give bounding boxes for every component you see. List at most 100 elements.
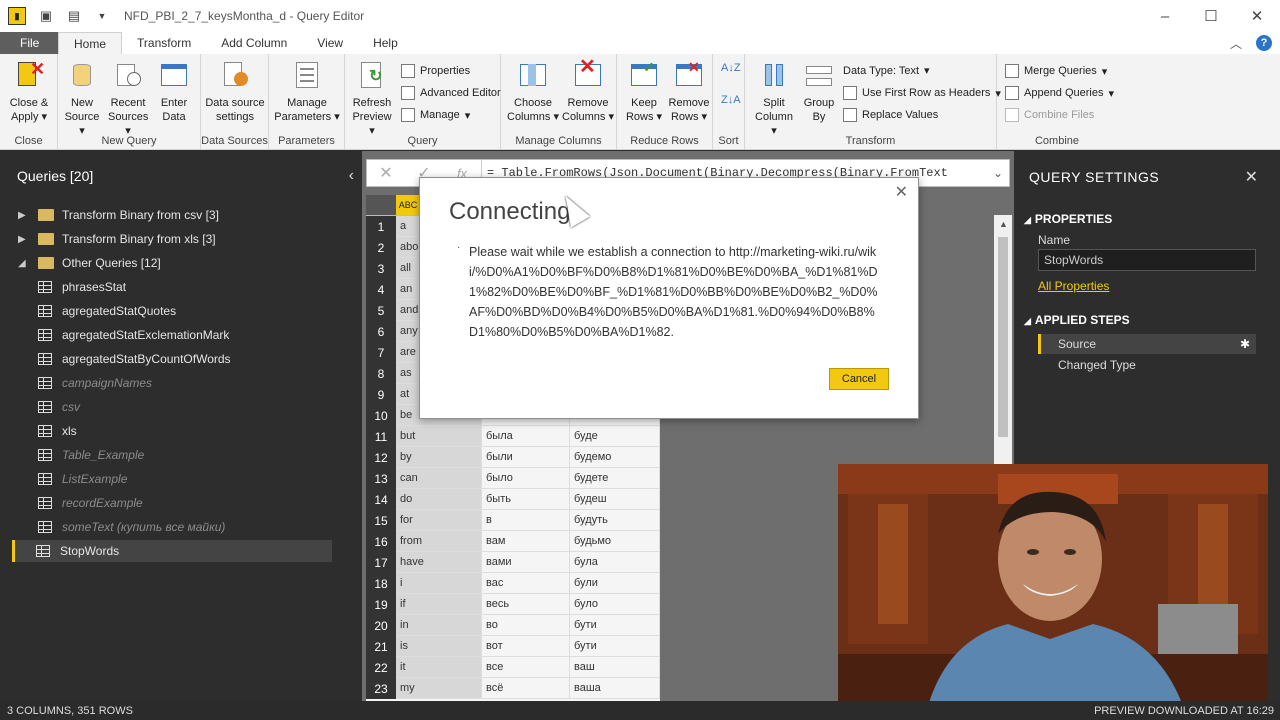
table-cell[interactable]: do xyxy=(396,489,482,510)
collapse-arrow-icon[interactable]: ◢ xyxy=(18,258,32,269)
table-cell[interactable]: вас xyxy=(482,573,570,594)
recent-sources-button[interactable]: Recent Sources ▾ xyxy=(108,60,148,138)
table-cell[interactable]: my xyxy=(396,678,482,699)
query-item[interactable]: csv xyxy=(38,396,358,418)
close-button[interactable]: ✕ xyxy=(1234,0,1280,32)
group-by-button[interactable]: Group By xyxy=(799,60,839,124)
data-source-settings-button[interactable]: Data source settings xyxy=(205,60,265,124)
query-item[interactable]: agregatedStatByCountOfWords xyxy=(38,348,358,370)
maximize-button[interactable]: ☐ xyxy=(1188,0,1234,32)
expand-arrow-icon[interactable]: ▶ xyxy=(18,210,32,221)
query-item[interactable]: Table_Example xyxy=(38,444,358,466)
tab-view[interactable]: View xyxy=(302,32,358,54)
row-number[interactable]: 1 xyxy=(366,216,396,237)
table-cell[interactable]: in xyxy=(396,615,482,636)
table-cell[interactable]: by xyxy=(396,447,482,468)
table-cell[interactable]: в xyxy=(482,510,570,531)
row-number[interactable]: 16 xyxy=(366,531,396,552)
collapse-ribbon-icon[interactable]: ︿ xyxy=(1230,35,1242,52)
row-number[interactable]: 3 xyxy=(366,258,396,279)
table-cell[interactable]: have xyxy=(396,552,482,573)
query-item[interactable]: recordExample xyxy=(38,492,358,514)
table-cell[interactable]: вами xyxy=(482,552,570,573)
table-cell[interactable]: быть xyxy=(482,489,570,510)
tab-add-column[interactable]: Add Column xyxy=(206,32,302,54)
query-item[interactable]: StopWords xyxy=(12,540,332,562)
save-icon[interactable]: ▣ xyxy=(38,8,54,24)
tab-transform[interactable]: Transform xyxy=(122,32,206,54)
table-cell[interactable]: весь xyxy=(482,594,570,615)
choose-columns-button[interactable]: Choose Columns ▾ xyxy=(507,60,559,124)
row-number[interactable]: 15 xyxy=(366,510,396,531)
table-cell[interactable]: будеш xyxy=(570,489,660,510)
row-number[interactable]: 5 xyxy=(366,300,396,321)
remove-columns-button[interactable]: ✕ Remove Columns ▾ xyxy=(561,57,615,124)
table-cell[interactable]: for xyxy=(396,510,482,531)
table-cell[interactable]: it xyxy=(396,657,482,678)
table-cell[interactable]: can xyxy=(396,468,482,489)
quick-access-dropdown-icon[interactable]: ▼ xyxy=(94,8,110,24)
row-number[interactable]: 2 xyxy=(366,237,396,258)
query-item[interactable]: agregatedStatQuotes xyxy=(38,300,358,322)
all-properties-link[interactable]: All Properties xyxy=(1038,279,1109,293)
manage-button[interactable]: Manage ▾ xyxy=(401,108,470,122)
use-first-row-button[interactable]: Use First Row as Headers ▾ xyxy=(843,86,1001,100)
query-item[interactable]: agregatedStatExclemationMark xyxy=(38,324,358,346)
remove-rows-button[interactable]: ✕ Remove Rows ▾ xyxy=(667,60,711,124)
query-item[interactable]: phrasesStat xyxy=(38,276,358,298)
row-number[interactable]: 20 xyxy=(366,615,396,636)
row-number[interactable]: 19 xyxy=(366,594,396,615)
table-cell[interactable]: була xyxy=(570,552,660,573)
formula-cancel-icon[interactable]: ✕ xyxy=(367,163,405,183)
manage-parameters-button[interactable]: Manage Parameters ▾ xyxy=(273,60,341,124)
replace-values-button[interactable]: Replace Values xyxy=(843,108,938,122)
step-source[interactable]: Source ✱ xyxy=(1038,334,1256,354)
row-number[interactable]: 21 xyxy=(366,636,396,657)
sort-descending-icon[interactable]: Z↓A xyxy=(721,94,741,106)
table-cell[interactable]: if xyxy=(396,594,482,615)
table-menu-icon[interactable] xyxy=(366,195,396,216)
combine-files-button[interactable]: Combine Files xyxy=(1005,108,1094,122)
column-type-icon[interactable]: ABC xyxy=(396,195,420,216)
table-cell[interactable]: были xyxy=(482,447,570,468)
row-number[interactable]: 11 xyxy=(366,426,396,447)
table-cell[interactable]: будете xyxy=(570,468,660,489)
row-number[interactable]: 13 xyxy=(366,468,396,489)
table-cell[interactable]: but xyxy=(396,426,482,447)
query-item[interactable]: someText (купить все майки) xyxy=(38,516,358,538)
table-cell[interactable]: буде xyxy=(570,426,660,447)
query-item[interactable]: ListExample xyxy=(38,468,358,490)
enter-data-button[interactable]: Enter Data xyxy=(154,60,194,124)
query-item[interactable]: xls xyxy=(38,420,358,442)
split-column-button[interactable]: Split Column ▾ xyxy=(751,60,797,138)
row-number[interactable]: 22 xyxy=(366,657,396,678)
row-number[interactable]: 18 xyxy=(366,573,396,594)
row-number[interactable]: 10 xyxy=(366,405,396,426)
properties-button[interactable]: Properties xyxy=(401,64,470,78)
expand-formula-icon[interactable]: ⌄ xyxy=(993,166,1003,180)
table-cell[interactable]: ваш xyxy=(570,657,660,678)
help-icon[interactable]: ? xyxy=(1256,35,1272,51)
scroll-up-icon[interactable]: ▲ xyxy=(999,219,1008,229)
keep-rows-button[interactable]: ✓ Keep Rows ▾ xyxy=(621,60,667,124)
gear-icon[interactable]: ✱ xyxy=(1240,337,1250,351)
row-number[interactable]: 9 xyxy=(366,384,396,405)
table-cell[interactable]: будуть xyxy=(570,510,660,531)
collapse-pane-icon[interactable]: ‹ xyxy=(349,167,354,185)
table-cell[interactable]: is xyxy=(396,636,482,657)
properties-section[interactable]: ◢ PROPERTIES xyxy=(1024,212,1112,226)
table-cell[interactable]: вам xyxy=(482,531,570,552)
table-cell[interactable]: было xyxy=(482,468,570,489)
applied-steps-section[interactable]: ◢ APPLIED STEPS xyxy=(1024,313,1130,327)
settings-close-icon[interactable]: ✕ xyxy=(1245,167,1258,187)
table-cell[interactable]: все xyxy=(482,657,570,678)
table-cell[interactable]: були xyxy=(570,573,660,594)
table-cell[interactable]: будьмо xyxy=(570,531,660,552)
query-folder[interactable]: ◢ Other Queries [12] xyxy=(18,252,358,274)
new-source-button[interactable]: New Source ▾ xyxy=(62,60,102,138)
row-number[interactable]: 23 xyxy=(366,678,396,699)
data-type-dropdown[interactable]: Data Type: Text ▾ xyxy=(843,64,930,78)
row-number[interactable]: 14 xyxy=(366,489,396,510)
query-name-input[interactable]: StopWords xyxy=(1038,249,1256,271)
cancel-button[interactable]: Cancel xyxy=(829,368,889,390)
